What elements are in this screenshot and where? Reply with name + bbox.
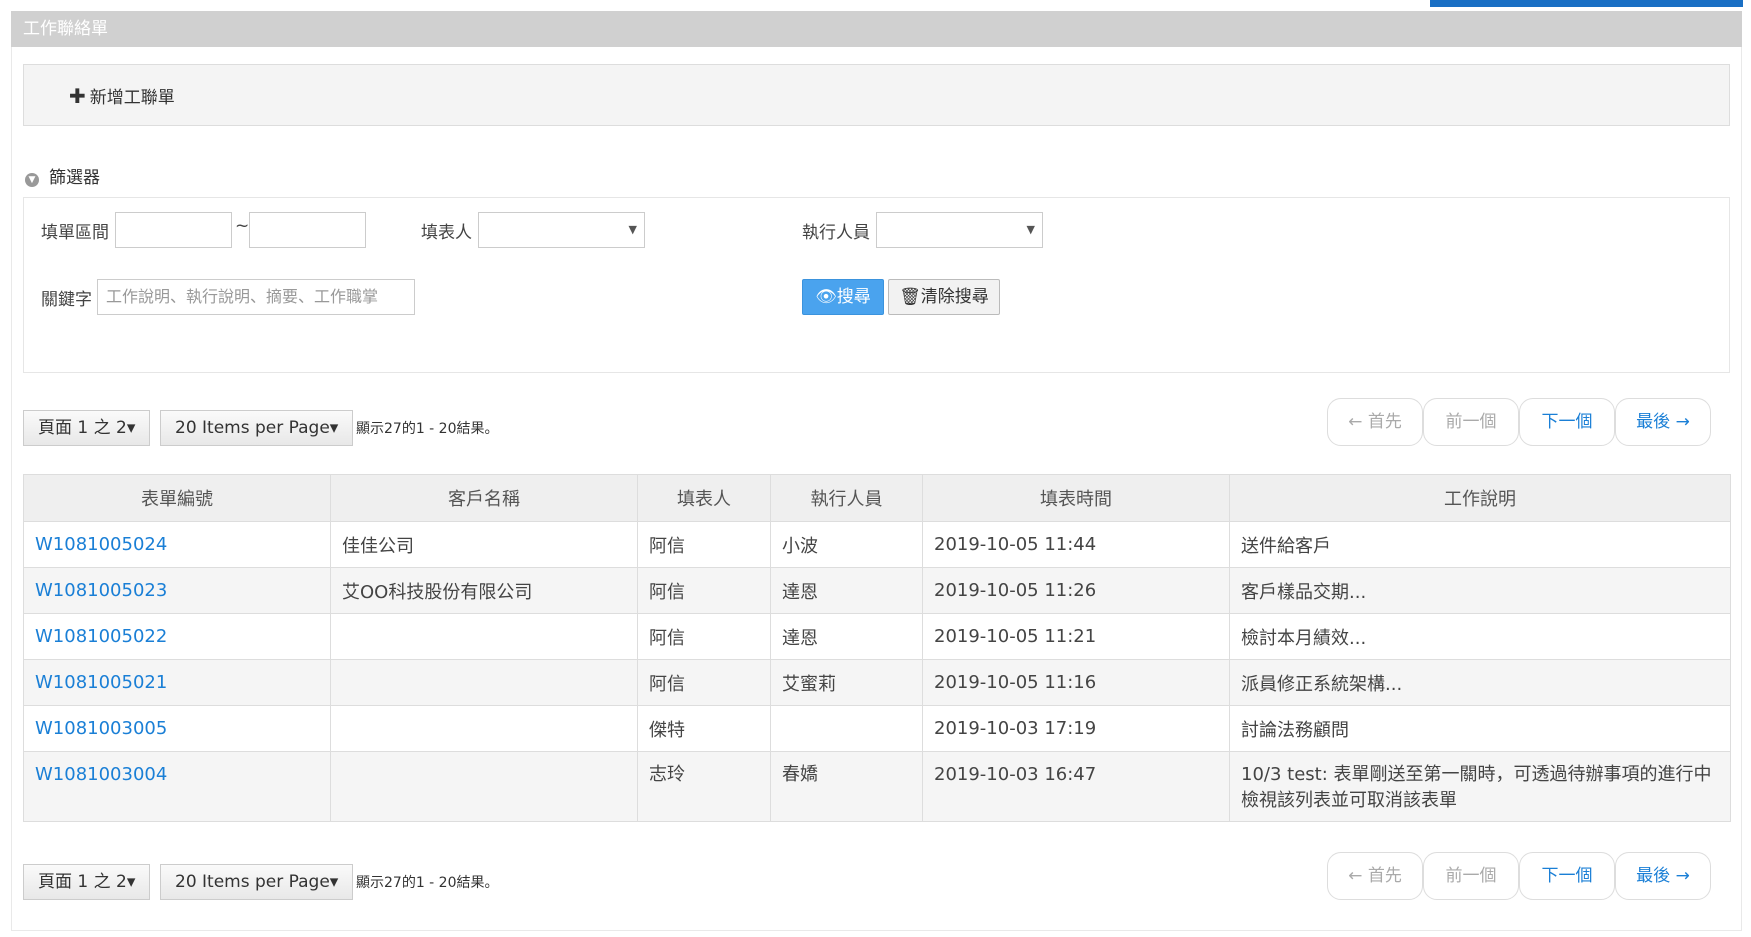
first-page-button-top[interactable]: ← 首先 [1327,398,1423,446]
per-page-label: 20 Items per Page [175,418,330,438]
trash-icon: 🗑 [899,287,921,307]
description-cell: 客戶樣品交期... [1229,567,1731,614]
plus-icon: ✚ [69,84,86,108]
per-page-label: 20 Items per Page [175,872,330,892]
per-page-select-bottom[interactable]: 20 Items per Page▾ [160,864,354,900]
page-select-top[interactable]: 頁面 1 之 2▾ [23,410,151,446]
filler-cell: 志玲 [637,751,771,822]
executor-cell [770,705,923,752]
page-select-label: 頁面 1 之 2 [38,418,127,438]
description-cell: 送件給客戶 [1229,521,1731,568]
dropdown-arrow-icon: ▼ [628,223,637,236]
col-header-executor[interactable]: 執行人員 [770,474,923,522]
table-row: W1081005021 阿信 艾蜜莉 2019-10-05 11:16 派員修正… [23,659,1731,706]
keyword-placeholder: 工作說明、執行說明、摘要、工作職掌 [106,287,379,306]
customer-cell [330,659,638,706]
dropdown-arrow-icon: ▼ [1026,223,1035,236]
chevron-down-icon: ▼ [25,173,39,187]
action-bar: ✚ 新增工聯單 [23,64,1730,126]
last-page-button-bottom[interactable]: 最後 → [1615,852,1711,900]
fill-time-cell: 2019-10-05 11:21 [922,613,1230,660]
form-number-link[interactable]: W1081005023 [23,567,331,614]
table-row: W1081005022 阿信 達恩 2019-10-05 11:21 檢討本月績… [23,613,1731,660]
keyword-label: 關鍵字 [41,290,92,310]
description-cell: 派員修正系統架構... [1229,659,1731,706]
executor-select[interactable]: ▼ [876,212,1043,248]
add-work-order-button[interactable]: ✚ 新增工聯單 [69,83,175,108]
filter-panel: 填單區間 ~ 填表人 ▼ 執行人員 ▼ 關鍵字 工作說明、執行說明、摘要、工作職… [23,197,1730,373]
date-separator: ~ [235,216,250,236]
page-select-bottom[interactable]: 頁面 1 之 2▾ [23,864,151,900]
clear-search-button[interactable]: 🗑清除搜尋 [888,279,1000,315]
work-order-table: 表單編號 客戶名稱 填表人 執行人員 填表時間 工作說明 W1081005024… [23,474,1731,822]
date-end-input[interactable] [249,212,366,248]
filler-label: 填表人 [421,223,472,243]
form-number-link[interactable]: W1081005022 [23,613,331,660]
col-header-customer[interactable]: 客戶名稱 [330,474,638,522]
description-cell: 10/3 test: 表單剛送至第一關時，可透過待辦事項的進行中檢視該列表並可取… [1229,751,1731,822]
fill-time-cell: 2019-10-05 11:26 [922,567,1230,614]
table-header-row: 表單編號 客戶名稱 填表人 執行人員 填表時間 工作說明 [23,474,1731,522]
col-header-filler[interactable]: 填表人 [637,474,771,522]
executor-cell: 春嬌 [770,751,923,822]
table-row: W1081003004 志玲 春嬌 2019-10-03 16:47 10/3 … [23,751,1731,822]
fill-time-cell: 2019-10-03 17:19 [922,705,1230,752]
col-header-form-number[interactable]: 表單編號 [23,474,331,522]
add-work-order-label: 新增工聯單 [89,88,175,108]
form-number-link[interactable]: W1081005021 [23,659,331,706]
customer-cell: 艾OO科技股份有限公司 [330,567,638,614]
col-header-description[interactable]: 工作說明 [1229,474,1731,522]
executor-label: 執行人員 [802,223,870,243]
last-page-button-top[interactable]: 最後 → [1615,398,1711,446]
filler-cell: 阿信 [637,613,771,660]
description-cell: 討論法務顧問 [1229,705,1731,752]
prev-page-button-bottom[interactable]: 前一個 [1423,852,1519,900]
date-range-label: 填單區間 [41,223,109,243]
filler-cell: 傑特 [637,705,771,752]
filter-toggle-label: 篩選器 [49,168,100,188]
customer-cell [330,705,638,752]
keyword-input[interactable]: 工作說明、執行說明、摘要、工作職掌 [97,279,415,315]
customer-cell [330,613,638,660]
fill-time-cell: 2019-10-05 11:44 [922,521,1230,568]
first-page-button-bottom[interactable]: ← 首先 [1327,852,1423,900]
search-button[interactable]: 👁搜尋 [802,279,884,315]
top-accent-bar [1430,0,1743,7]
form-number-link[interactable]: W1081005024 [23,521,331,568]
result-info-bottom: 顯示27的1 - 20結果。 [356,875,499,891]
panel-title: 工作聯絡單 [11,11,1742,47]
filler-select[interactable]: ▼ [478,212,645,248]
customer-cell: 佳佳公司 [330,521,638,568]
filler-cell: 阿信 [637,567,771,614]
form-number-link[interactable]: W1081003005 [23,705,331,752]
result-info-top: 顯示27的1 - 20結果。 [356,421,499,437]
customer-cell [330,751,638,822]
executor-cell: 艾蜜莉 [770,659,923,706]
executor-cell: 達恩 [770,567,923,614]
eye-icon: 👁 [815,287,837,307]
table-row: W1081003005 傑特 2019-10-03 17:19 討論法務顧問 [23,705,1731,752]
search-button-label: 搜尋 [836,287,871,307]
clear-search-label: 清除搜尋 [920,287,989,307]
table-row: W1081005023 艾OO科技股份有限公司 阿信 達恩 2019-10-05… [23,567,1731,614]
fill-time-cell: 2019-10-03 16:47 [922,751,1230,822]
prev-page-button-top[interactable]: 前一個 [1423,398,1519,446]
filter-toggle[interactable]: ▼ 篩選器 [25,163,100,188]
next-page-button-bottom[interactable]: 下一個 [1519,852,1615,900]
next-page-button-top[interactable]: 下一個 [1519,398,1615,446]
table-row: W1081005024 佳佳公司 阿信 小波 2019-10-05 11:44 … [23,521,1731,568]
date-start-input[interactable] [115,212,232,248]
page-select-label: 頁面 1 之 2 [38,872,127,892]
executor-cell: 達恩 [770,613,923,660]
description-cell: 檢討本月績效... [1229,613,1731,660]
filler-cell: 阿信 [637,659,771,706]
fill-time-cell: 2019-10-05 11:16 [922,659,1230,706]
per-page-select-top[interactable]: 20 Items per Page▾ [160,410,354,446]
executor-cell: 小波 [770,521,923,568]
filler-cell: 阿信 [637,521,771,568]
col-header-fill-time[interactable]: 填表時間 [922,474,1230,522]
form-number-link[interactable]: W1081003004 [23,751,331,822]
